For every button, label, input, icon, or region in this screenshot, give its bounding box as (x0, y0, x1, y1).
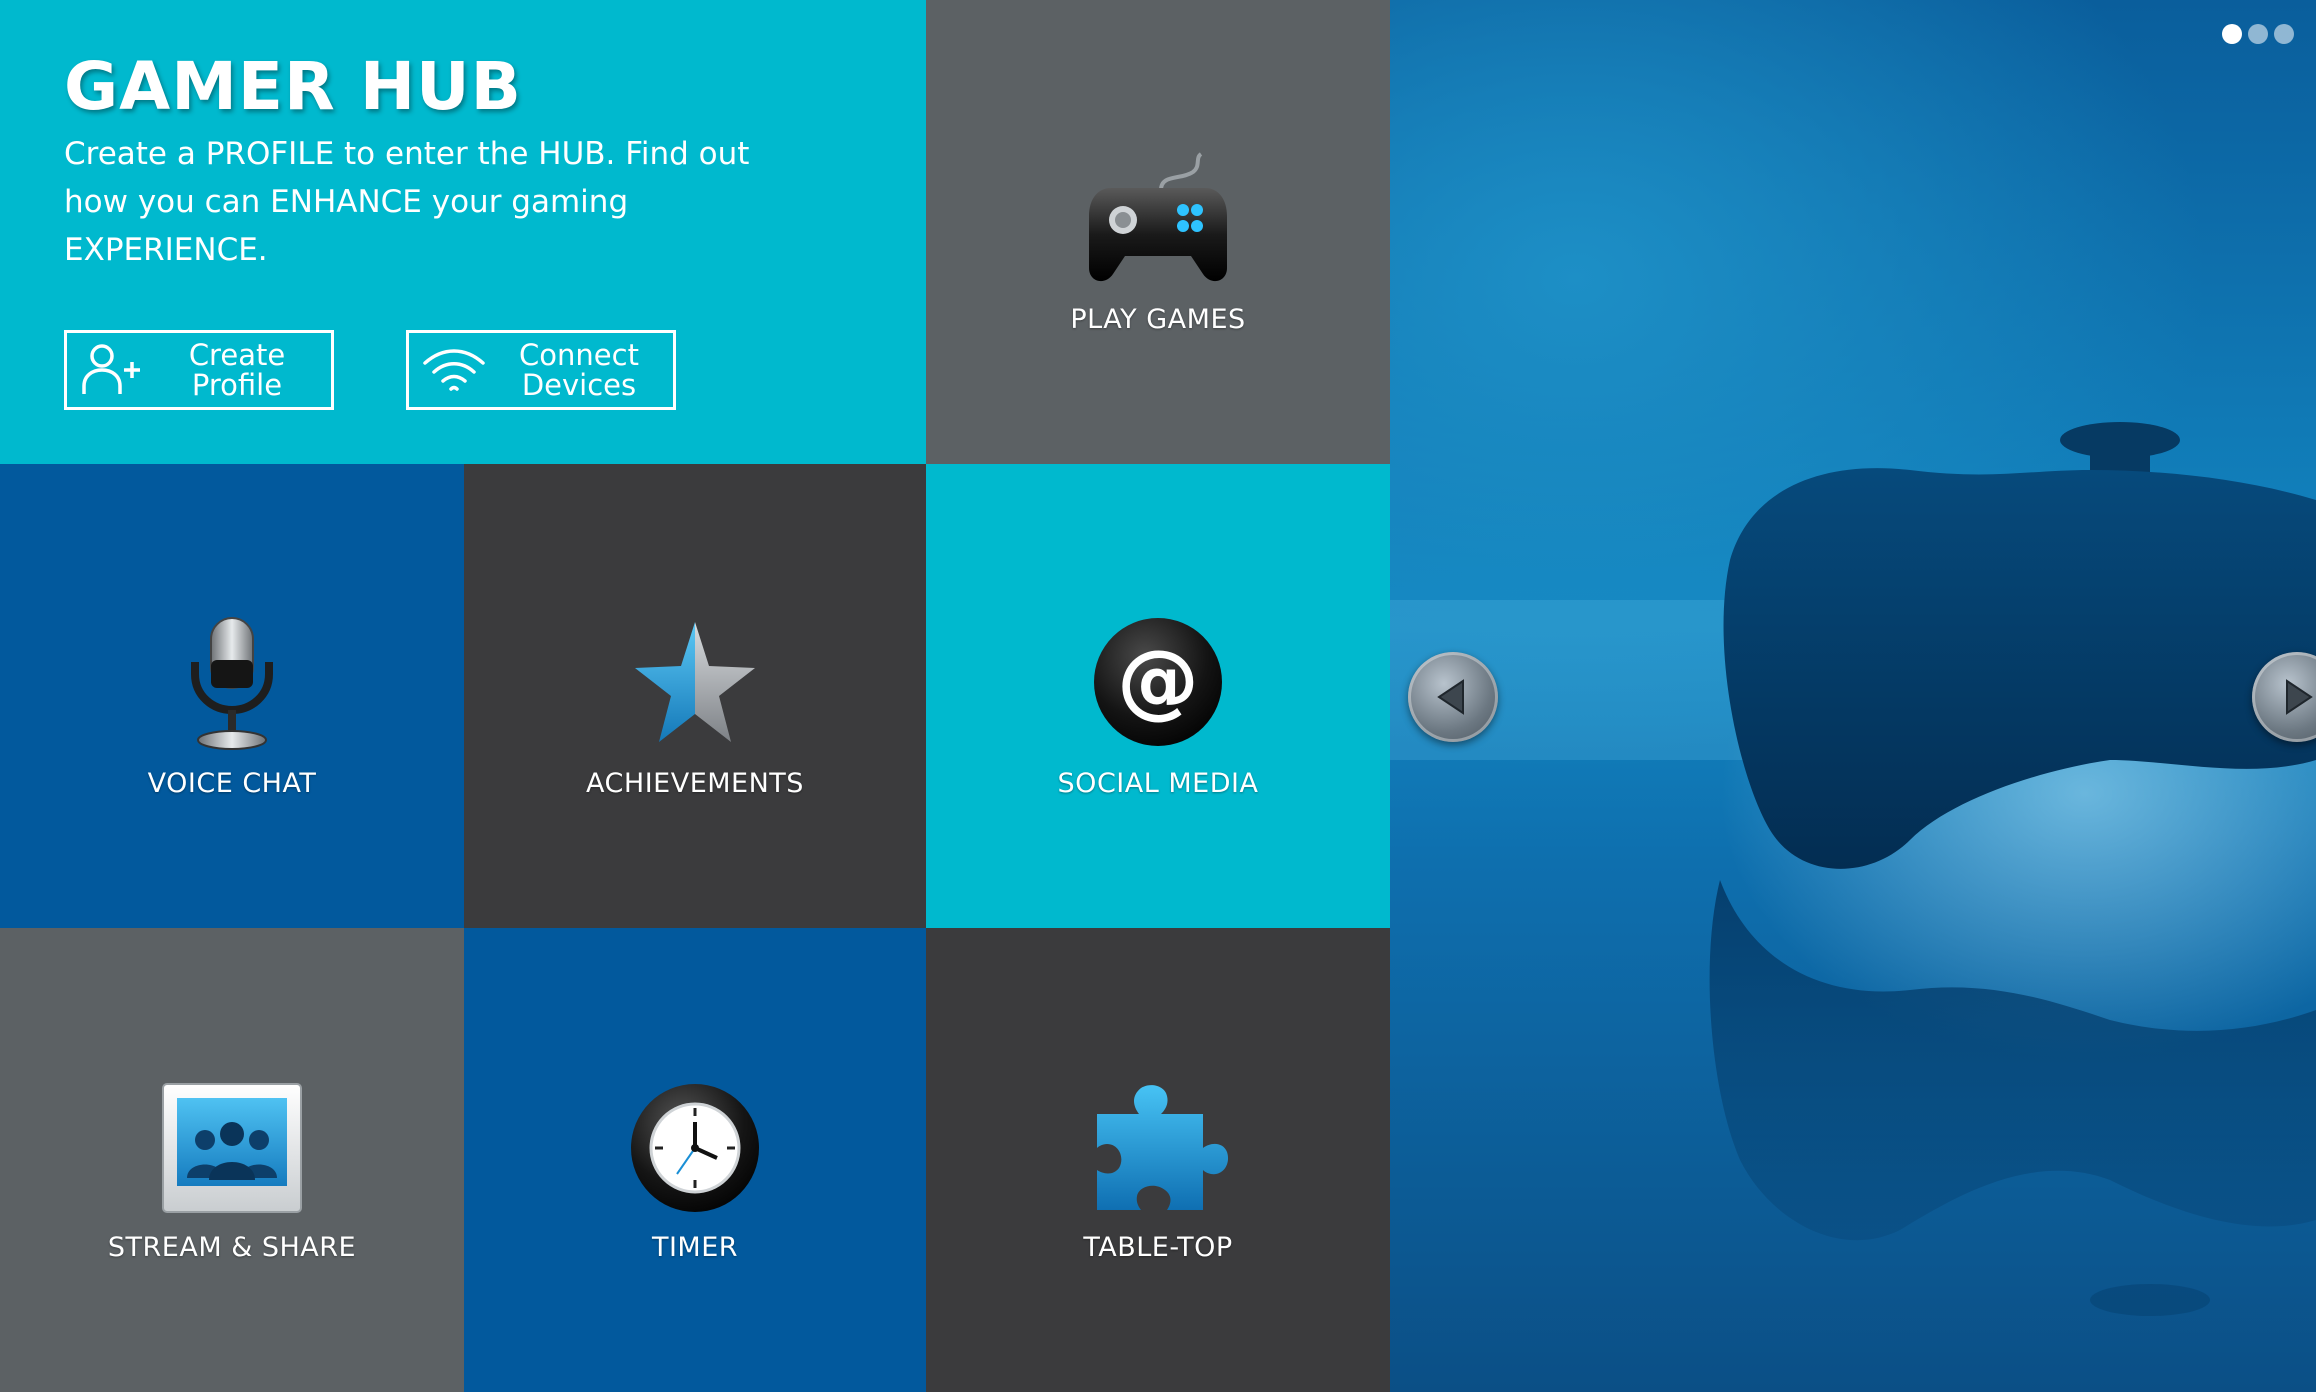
tile-achievements[interactable]: ACHIEVEMENTS (464, 464, 926, 928)
tile-table-top[interactable]: TABLE-TOP (926, 928, 1390, 1392)
tile-timer[interactable]: TIMER (464, 928, 926, 1392)
gamepad-icon (1089, 152, 1227, 282)
hero-description: Create a PROFILE to enter the HUB. Find … (64, 136, 750, 268)
photo-people-icon (162, 1083, 302, 1213)
slide-indicator (2222, 24, 2294, 44)
tile-label-achievements: ACHIEVEMENTS (586, 768, 804, 799)
hero-panel: GAMER HUB Create a PROFILE to enter the … (0, 0, 926, 464)
tile-label-voice-chat: VOICE CHAT (147, 768, 317, 799)
create-profile-button[interactable]: Create Profile (64, 330, 334, 410)
wifi-icon (409, 345, 499, 395)
slide-dot-1[interactable] (2222, 24, 2242, 44)
tile-label-table-top: TABLE-TOP (1083, 1232, 1233, 1263)
connect-devices-label: Connect Devices (519, 338, 639, 402)
puzzle-piece-icon (1097, 1085, 1229, 1210)
create-profile-label: Create Profile (188, 338, 286, 402)
tile-label-play-games: PLAY GAMES (1070, 304, 1246, 335)
slide-dot-3[interactable] (2274, 24, 2294, 44)
tile-play-games[interactable]: PLAY GAMES (926, 0, 1390, 464)
at-sign-icon: @ (1094, 618, 1222, 746)
connect-devices-button[interactable]: Connect Devices (406, 330, 676, 410)
star-icon (635, 622, 755, 742)
slide-dot-2[interactable] (2248, 24, 2268, 44)
tile-label-stream-share: STREAM & SHARE (107, 1232, 357, 1263)
page-title: GAMER HUB (64, 48, 522, 125)
arrow-right-icon (2286, 679, 2313, 715)
tile-stream-share[interactable]: STREAM & SHARE (0, 928, 464, 1392)
tile-voice-chat[interactable]: VOICE CHAT (0, 464, 464, 928)
microphone-icon (191, 617, 273, 750)
gamer-hub-app: GAMER HUB Create a PROFILE to enter the … (0, 0, 2316, 1392)
controller-photo (1390, 422, 2316, 1316)
slider-prev-button[interactable] (1408, 652, 1498, 742)
tile-label-social-media: SOCIAL MEDIA (1057, 768, 1259, 799)
image-slider (1390, 0, 2316, 1392)
clock-icon (631, 1084, 759, 1212)
tile-social-media[interactable]: @ SOCIAL MEDIA (926, 464, 1390, 928)
arrow-left-icon (1437, 679, 1464, 715)
add-user-icon (67, 342, 157, 398)
svg-text:@: @ (1117, 633, 1199, 728)
tile-label-timer: TIMER (651, 1232, 739, 1263)
